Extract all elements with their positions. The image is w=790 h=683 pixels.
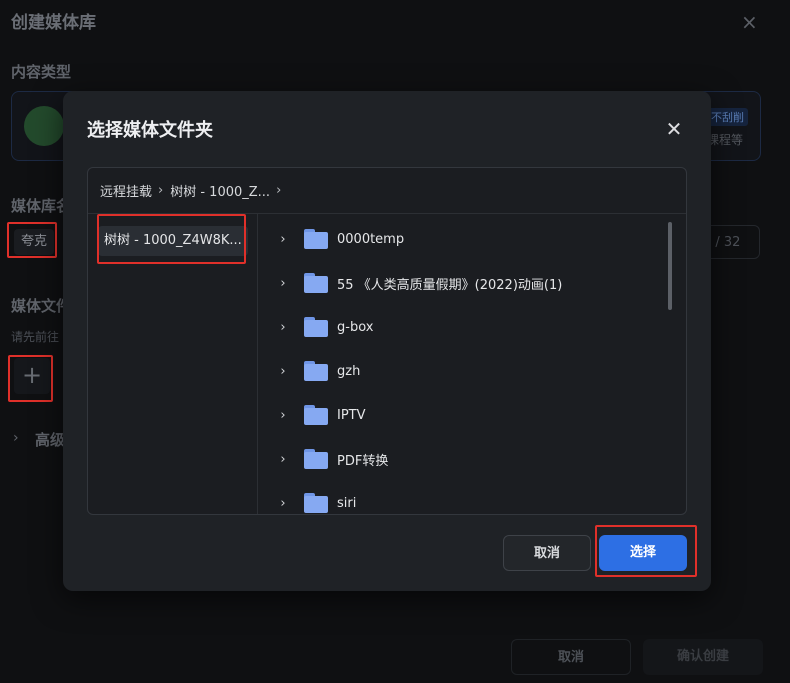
breadcrumb-item-remote-mount[interactable]: 远程挂载 <box>100 181 152 200</box>
expand-chevron-icon[interactable]: › <box>276 496 290 511</box>
content-type-label: 内容类型 <box>11 63 72 81</box>
chevron-right-icon: › <box>158 183 164 198</box>
no-scrape-badge: 不刮削 <box>707 108 748 126</box>
select-folder-modal: 选择媒体文件夹 ✕ 远程挂载 › 树树 - 1000_Z... › 树树 - 1… <box>63 91 711 591</box>
library-name-label: 媒体库名 <box>11 197 72 215</box>
expand-chevron-icon[interactable]: › <box>276 276 290 291</box>
source-chip[interactable]: 夸克 <box>14 229 54 255</box>
advanced-settings-toggle[interactable]: 高级 <box>35 429 65 450</box>
folder-name: 0000temp <box>337 231 405 247</box>
content-type-icon <box>24 106 64 146</box>
folder-row[interactable]: › IPTV <box>259 393 659 437</box>
folder-icon <box>304 317 328 337</box>
drive-item[interactable]: 树树 - 1000_Z4W8K... <box>98 226 248 256</box>
folder-list: › 0000temp › 55 《人类高质量假期》(2022)动画(1) › g… <box>259 214 686 514</box>
folder-name: gzh <box>337 363 361 379</box>
chevron-right-icon[interactable]: › <box>13 430 19 446</box>
folder-icon <box>304 449 328 469</box>
folder-row[interactable]: › 0000temp <box>259 217 659 261</box>
folder-icon <box>304 229 328 249</box>
expand-chevron-icon[interactable]: › <box>276 232 290 247</box>
expand-chevron-icon[interactable]: › <box>276 408 290 423</box>
close-icon[interactable]: ✕ <box>662 117 686 141</box>
drive-list: 树树 - 1000_Z4W8K... <box>88 214 258 514</box>
folder-list-scrollbar[interactable] <box>668 222 672 310</box>
dialog-title: 创建媒体库 <box>11 13 96 33</box>
folder-name: IPTV <box>337 407 366 423</box>
select-button[interactable]: 选择 <box>599 535 687 571</box>
add-folder-button[interactable]: + <box>14 358 50 394</box>
expand-chevron-icon[interactable]: › <box>276 320 290 335</box>
chevron-right-icon: › <box>276 183 282 198</box>
expand-chevron-icon[interactable]: › <box>276 364 290 379</box>
media-folder-label: 媒体文件 <box>11 297 72 315</box>
folder-icon <box>304 361 328 381</box>
folder-row[interactable]: › gzh <box>259 349 659 393</box>
folder-name: PDF转换 <box>337 453 389 469</box>
folder-browser: 远程挂载 › 树树 - 1000_Z... › 树树 - 1000_Z4W8K.… <box>87 167 687 515</box>
folder-icon <box>304 493 328 513</box>
dialog-cancel-button[interactable]: 取消 <box>511 639 631 675</box>
folder-name: siri <box>337 495 357 511</box>
media-folder-hint: 请先前往 <box>11 330 60 344</box>
folder-row[interactable]: › PDF转换 <box>259 437 659 481</box>
modal-title: 选择媒体文件夹 <box>87 120 213 141</box>
folder-row[interactable]: › 55 《人类高质量假期》(2022)动画(1) <box>259 261 659 305</box>
folder-icon <box>304 273 328 293</box>
expand-chevron-icon[interactable]: › <box>276 452 290 467</box>
folder-row[interactable]: › g-box <box>259 305 659 349</box>
folder-icon <box>304 405 328 425</box>
folder-name: g-box <box>337 319 374 335</box>
cancel-button[interactable]: 取消 <box>503 535 591 571</box>
confirm-create-button[interactable]: 确认创建 <box>643 639 763 675</box>
breadcrumb: 远程挂载 › 树树 - 1000_Z... › <box>88 168 686 214</box>
close-icon[interactable]: × <box>741 10 758 34</box>
folder-name: 55 《人类高质量假期》(2022)动画(1) <box>337 277 563 293</box>
breadcrumb-item-drive[interactable]: 树树 - 1000_Z... <box>170 181 270 200</box>
folder-row[interactable]: › siri <box>259 481 659 514</box>
content-type-description: 课程等 <box>707 133 744 147</box>
